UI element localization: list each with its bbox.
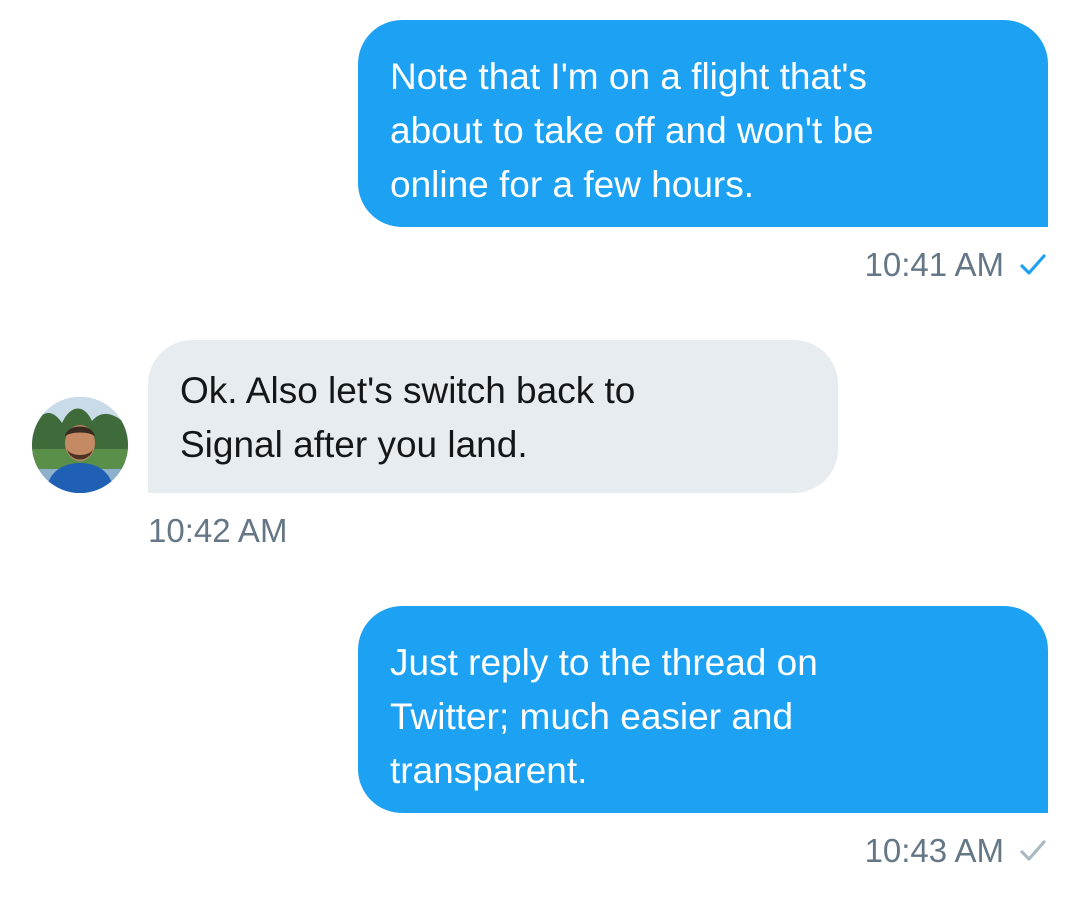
contact-avatar[interactable]: [32, 397, 128, 493]
message-meta: 10:42 AM: [148, 511, 287, 551]
checkmark-sent-icon: [1018, 836, 1048, 866]
message-timestamp: 10:41 AM: [864, 246, 1004, 283]
checkmark-read-icon: [1018, 250, 1048, 280]
message-timestamp: 10:42 AM: [148, 512, 288, 549]
message-meta: 10:43 AM: [865, 831, 1048, 871]
message-meta: 10:41 AM: [865, 245, 1048, 285]
received-message-bubble[interactable]: Ok. Also let's switch back to Signal aft…: [148, 340, 838, 493]
sent-message-bubble[interactable]: Note that I'm on a flight that's about t…: [358, 20, 1048, 227]
message-timestamp: 10:43 AM: [864, 832, 1004, 869]
sent-message-bubble[interactable]: Just reply to the thread on Twitter; muc…: [358, 606, 1048, 813]
